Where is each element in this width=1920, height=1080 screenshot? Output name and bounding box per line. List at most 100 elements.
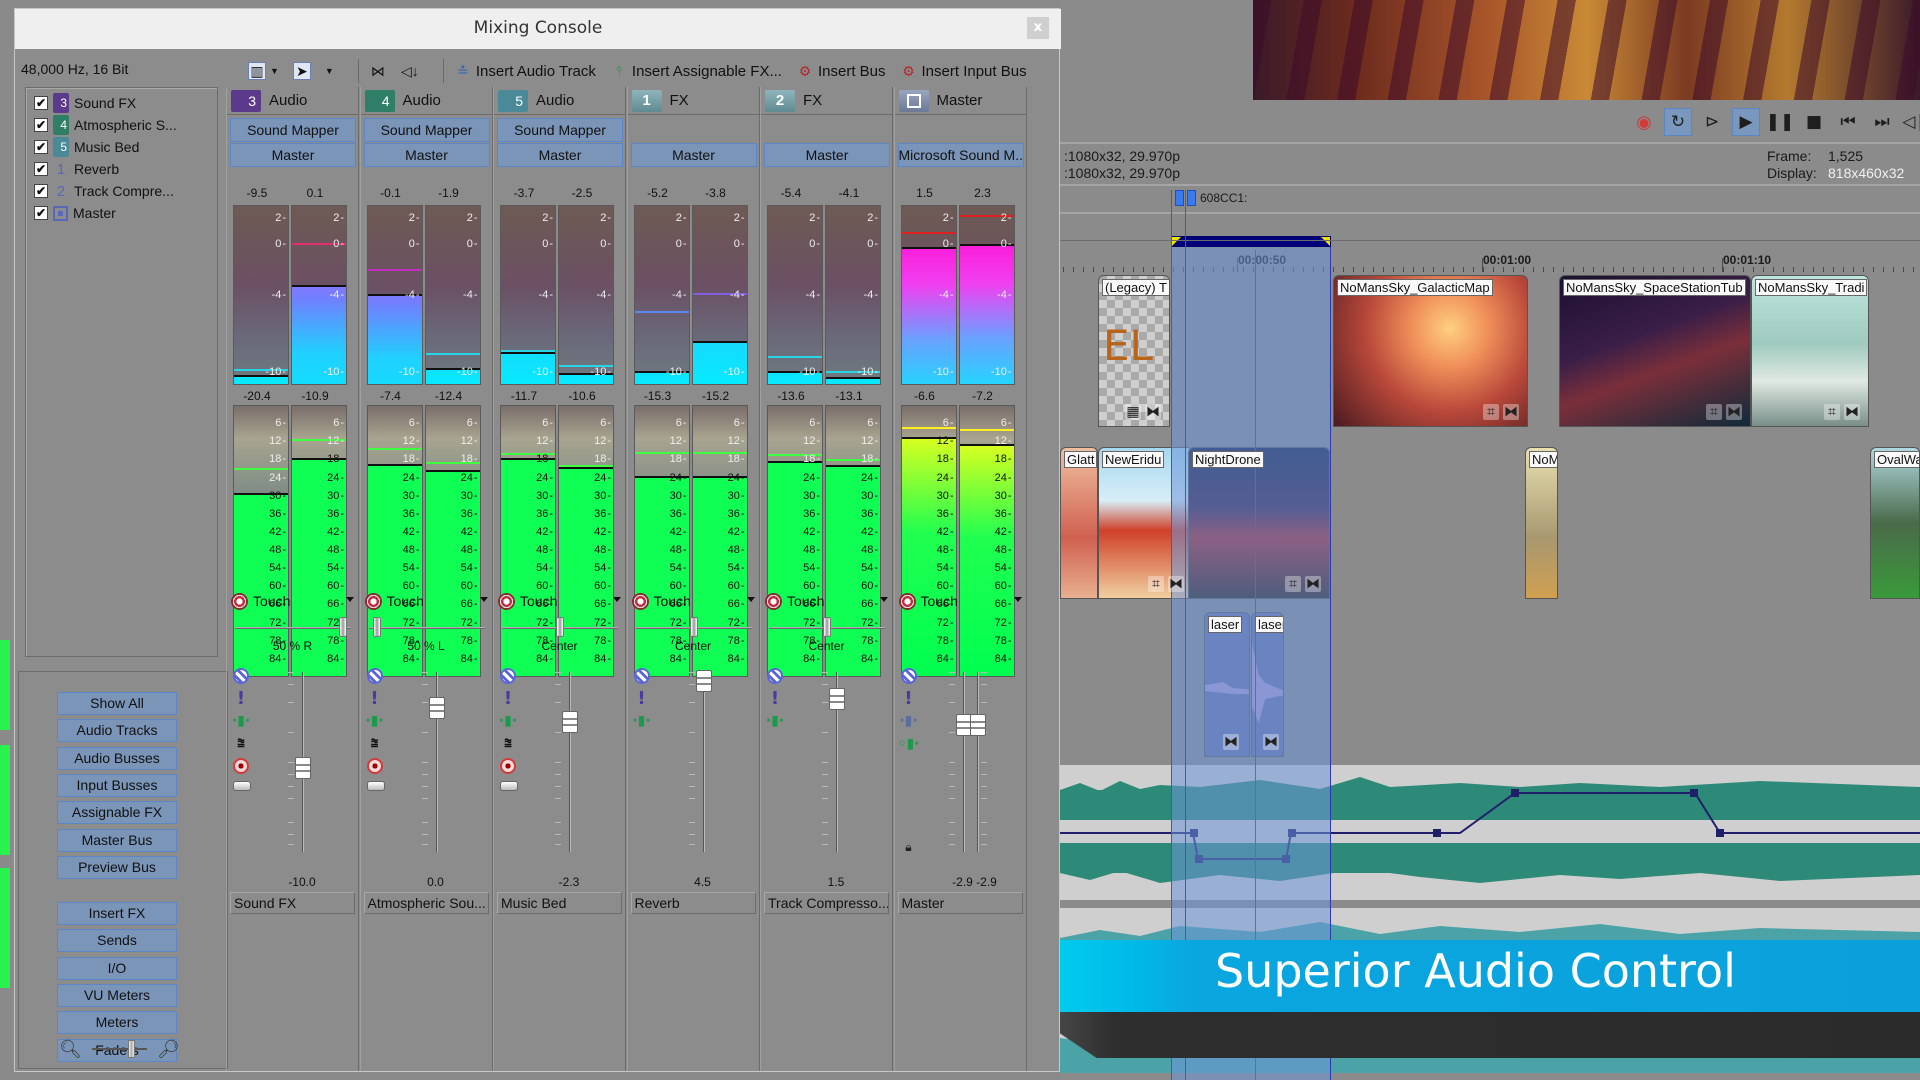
fx-icon[interactable]: ·▮· (899, 713, 917, 729)
view-dropdown[interactable]: ▥ ▼ (248, 62, 279, 80)
visibility-checkbox[interactable]: ✔ (34, 96, 48, 110)
mute-icon[interactable] (900, 668, 917, 684)
title-bar[interactable]: Mixing Console x (15, 9, 1061, 49)
channel-name-field[interactable]: Master (897, 892, 1023, 914)
automation-mode-dropdown[interactable]: Touch (628, 589, 759, 613)
pan-slider[interactable] (635, 617, 752, 639)
marker-handle[interactable] (1187, 190, 1196, 206)
section-button-insert-fx[interactable]: Insert FX (57, 902, 177, 925)
phase-icon[interactable] (233, 780, 251, 791)
video-clip[interactable]: NoMansSky_GalacticMap ⌗ ⧓ (1333, 275, 1528, 427)
strip-header[interactable]: 3 Audio (227, 87, 358, 115)
pan-slider-thumb[interactable] (339, 617, 347, 637)
select-dropdown[interactable]: ➤ ▼ (292, 62, 334, 80)
video-clip[interactable]: Glatt (1060, 447, 1098, 599)
section-button-sends[interactable]: Sends (57, 929, 177, 953)
video-clip[interactable]: (Legacy) T EL ▦ ⧓ (1098, 275, 1170, 427)
volume-fader-thumb[interactable] (695, 670, 712, 692)
downmix-button[interactable]: ⋈ (369, 62, 387, 80)
solo-icon[interactable]: ! (634, 688, 650, 709)
automation-mode-dropdown[interactable]: Touch (361, 589, 492, 613)
section-button-i-o[interactable]: I/O (57, 956, 177, 980)
close-button[interactable]: x (1027, 17, 1049, 39)
event-fx-icon[interactable]: ⧓ (1844, 404, 1860, 420)
zoom-out-icon[interactable]: 🔍︎ (59, 1039, 82, 1060)
volume-fader-thumb[interactable] (969, 714, 986, 737)
pan-slider-thumb[interactable] (372, 617, 381, 637)
volume-fader-thumb[interactable] (428, 697, 445, 719)
mute-icon[interactable] (500, 668, 516, 684)
channel-name-field[interactable]: Reverb (630, 892, 756, 914)
pause-icon[interactable]: ❚❚ (1766, 108, 1795, 136)
view-button-master-bus[interactable]: Master Bus (57, 828, 177, 852)
solo-icon[interactable]: ! (767, 688, 783, 709)
automation-mode-dropdown[interactable]: Touch (227, 589, 358, 613)
input-selector[interactable]: Sound Mapper (363, 118, 490, 142)
output-selector[interactable]: Microsoft Sound M... (897, 143, 1024, 167)
arm-record-icon[interactable] (366, 758, 383, 774)
arm-record-icon[interactable] (500, 758, 516, 774)
track-list-item[interactable]: ✔ 2 Track Compre... (34, 180, 174, 202)
input-selector[interactable]: Sound Mapper (230, 118, 356, 142)
mute-icon[interactable] (366, 668, 383, 684)
video-clip[interactable]: NoMansSky_Tradi ⌗ ⧓ (1751, 275, 1869, 427)
fx-icon[interactable]: ·▮· (766, 713, 784, 729)
view-button-preview-bus[interactable]: Preview Bus (57, 855, 177, 879)
strip-header[interactable]: 1 FX (627, 87, 759, 115)
fx-icon[interactable]: ·▮· (365, 713, 383, 729)
event-fx-icon[interactable]: ⧓ (1503, 404, 1519, 420)
fx-icon[interactable]: ·▮· (632, 713, 650, 729)
pan-slider-thumb[interactable] (556, 617, 564, 637)
phase-icon[interactable] (366, 780, 385, 791)
event-fx-icon[interactable]: ⧓ (1223, 734, 1239, 750)
go-to-start-icon[interactable]: ⏮ (1834, 108, 1862, 136)
go-to-end-icon[interactable]: ⏭ (1868, 108, 1896, 136)
crop-icon[interactable]: ⌗ (1285, 576, 1301, 592)
envelope-icon[interactable]: ⩰ (233, 736, 249, 752)
track-list-item[interactable]: ✔ Master (34, 202, 116, 224)
automation-mode-dropdown[interactable]: Touch (494, 589, 625, 613)
play-from-start-icon[interactable]: ⊳ (1698, 108, 1726, 136)
record-icon[interactable]: ◉ (1630, 108, 1658, 136)
channel-name-field[interactable]: Track Compresso... (764, 892, 889, 914)
automation-mode-dropdown[interactable]: Touch (761, 589, 892, 613)
visibility-checkbox[interactable]: ✔ (34, 140, 48, 154)
insert-assignable-fx-button[interactable]: ⫯ Insert Assignable FX... (610, 62, 782, 80)
stop-icon[interactable]: ■ (1800, 108, 1828, 136)
mute-icon[interactable] (233, 668, 249, 684)
section-button-vu-meters[interactable]: VU Meters (57, 983, 177, 1007)
fx-bypass-icon[interactable]: ◦▮· (898, 736, 920, 752)
solo-icon[interactable]: ! (367, 688, 383, 709)
view-button-audio-tracks[interactable]: Audio Tracks (57, 719, 177, 743)
visibility-checkbox[interactable]: ✔ (34, 184, 48, 198)
track-list-item[interactable]: ✔ 1 Reverb (34, 158, 119, 180)
solo-icon[interactable]: ! (500, 688, 516, 709)
strip-header[interactable]: 4 Audio (360, 87, 492, 115)
channel-name-field[interactable]: Sound FX (230, 892, 355, 914)
crop-icon[interactable]: ⌗ (1824, 404, 1840, 420)
track-list-item[interactable]: ✔ 4 Atmospheric S... (34, 114, 177, 136)
crop-icon[interactable]: ⌗ (1483, 404, 1499, 420)
envelope-icon[interactable]: ⩰ (500, 736, 516, 752)
strip-header[interactable]: 2 FX (761, 87, 892, 115)
zoom-slider[interactable] (91, 1040, 147, 1058)
solo-icon[interactable]: ! (233, 688, 249, 709)
track-list-item[interactable]: ✔ 5 Music Bed (34, 136, 139, 158)
pan-slider[interactable] (769, 617, 885, 639)
strip-header[interactable]: Master (894, 87, 1026, 115)
lock-icon[interactable]: 🔒︎ (901, 839, 917, 855)
zoom-slider-thumb[interactable] (127, 1040, 135, 1058)
video-clip[interactable]: NoM (1525, 447, 1558, 599)
event-fx-icon[interactable]: ⧓ (1145, 404, 1161, 420)
mute-icon[interactable] (633, 668, 650, 684)
view-button-assignable-fx[interactable]: Assignable FX (57, 801, 177, 825)
envelope-icon[interactable]: ⩰ (367, 736, 383, 752)
fx-icon[interactable]: ·▮· (232, 713, 250, 729)
view-button-show-all[interactable]: Show All (57, 692, 177, 715)
input-selector[interactable]: Sound Mapper (497, 118, 623, 142)
output-selector[interactable]: Master (764, 143, 890, 167)
output-selector[interactable]: Master (230, 143, 356, 167)
output-selector[interactable]: Master (363, 143, 490, 167)
dim-output-button[interactable]: ◁↓ (401, 62, 419, 80)
play-icon[interactable]: ▶ (1732, 108, 1760, 136)
